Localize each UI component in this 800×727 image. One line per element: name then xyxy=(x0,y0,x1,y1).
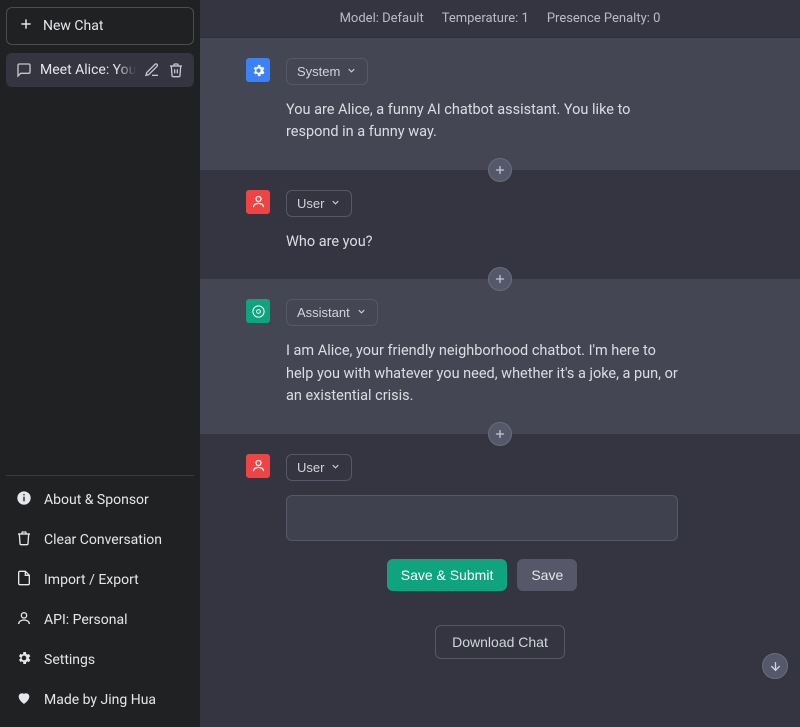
add-message-button[interactable] xyxy=(488,422,512,446)
role-label: Assistant xyxy=(297,305,350,320)
message-system: System You are Alice, a funny AI chatbot… xyxy=(200,38,800,170)
params-bar[interactable]: Model: Default Temperature: 1 Presence P… xyxy=(200,0,800,38)
role-select-system[interactable]: System xyxy=(286,58,368,85)
sidebar: New Chat Meet Alice: Your Chatbot Compan… xyxy=(0,0,200,727)
info-icon xyxy=(16,490,32,510)
footer-settings[interactable]: Settings xyxy=(6,640,194,680)
plus-icon xyxy=(19,17,33,35)
footer-api[interactable]: API: Personal xyxy=(6,600,194,640)
chevron-down-icon xyxy=(330,196,341,211)
message-assistant-text[interactable]: I am Alice, your friendly neighborhood c… xyxy=(286,340,686,407)
trash-icon xyxy=(16,530,32,550)
avatar-user-icon xyxy=(246,190,270,214)
save-button[interactable]: Save xyxy=(517,559,577,591)
footer-api-label: API: Personal xyxy=(44,612,128,628)
gear-icon xyxy=(16,650,32,670)
file-icon xyxy=(16,570,32,590)
message-assistant: Assistant I am Alice, your friendly neig… xyxy=(200,279,800,433)
param-presence-penalty: Presence Penalty: 0 xyxy=(547,11,661,26)
chevron-down-icon xyxy=(346,64,357,79)
footer-about-label: About & Sponsor xyxy=(44,492,149,508)
sidebar-footer: About & Sponsor Clear Conversation Impor… xyxy=(6,475,194,720)
composer-input[interactable] xyxy=(286,495,678,541)
role-label: User xyxy=(297,196,324,211)
role-select-user[interactable]: User xyxy=(286,454,352,481)
delete-chat-button[interactable] xyxy=(168,62,184,78)
chat-item-title: Meet Alice: Your Chatbot Companion xyxy=(40,62,136,78)
main-area: Model: Default Temperature: 1 Presence P… xyxy=(200,0,800,727)
chevron-down-icon xyxy=(330,460,341,475)
message-system-text[interactable]: You are Alice, a funny AI chatbot assist… xyxy=(286,99,686,144)
footer-credits[interactable]: Made by Jing Hua xyxy=(6,680,194,720)
message-composer: User Save & Submit Save xyxy=(200,434,800,609)
message-user-1-text[interactable]: Who are you? xyxy=(286,231,686,253)
role-select-assistant[interactable]: Assistant xyxy=(286,299,378,326)
sidebar-chat-item[interactable]: Meet Alice: Your Chatbot Companion xyxy=(6,53,194,87)
download-chat-button[interactable]: Download Chat xyxy=(435,625,565,659)
avatar-system-icon xyxy=(246,58,270,82)
chat-icon xyxy=(16,62,32,78)
add-message-button[interactable] xyxy=(488,158,512,182)
download-row: Download Chat xyxy=(200,609,800,679)
message-user-1: User Who are you? xyxy=(200,170,800,279)
role-label: User xyxy=(297,460,324,475)
new-chat-label: New Chat xyxy=(43,18,103,34)
chevron-down-icon xyxy=(356,305,367,320)
scroll-to-bottom-button[interactable] xyxy=(762,653,788,679)
edit-chat-button[interactable] xyxy=(144,62,160,78)
new-chat-button[interactable]: New Chat xyxy=(6,7,194,45)
footer-clear[interactable]: Clear Conversation xyxy=(6,520,194,560)
footer-credits-label: Made by Jing Hua xyxy=(44,692,156,708)
avatar-assistant-icon xyxy=(246,299,270,323)
add-message-button[interactable] xyxy=(488,267,512,291)
footer-clear-label: Clear Conversation xyxy=(44,532,162,548)
param-temperature: Temperature: 1 xyxy=(442,11,529,26)
avatar-user-icon xyxy=(246,454,270,478)
param-model: Model: Default xyxy=(340,11,424,26)
heart-icon xyxy=(16,690,32,710)
role-select-user[interactable]: User xyxy=(286,190,352,217)
save-submit-button[interactable]: Save & Submit xyxy=(387,559,508,591)
footer-settings-label: Settings xyxy=(44,652,95,668)
person-icon xyxy=(16,610,32,630)
footer-about[interactable]: About & Sponsor xyxy=(6,480,194,520)
messages-list: System You are Alice, a funny AI chatbot… xyxy=(200,38,800,727)
footer-import-export[interactable]: Import / Export xyxy=(6,560,194,600)
footer-import-export-label: Import / Export xyxy=(44,572,139,588)
role-label: System xyxy=(297,64,340,79)
